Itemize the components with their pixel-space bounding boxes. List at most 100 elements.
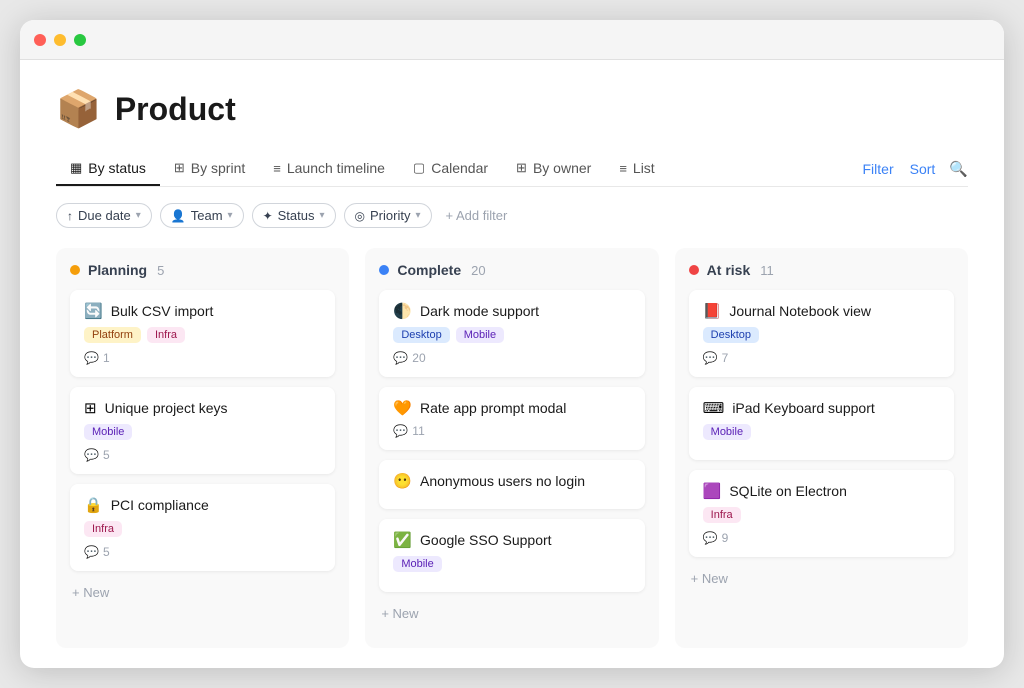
comment-icon-sqlite-electron: 💬	[703, 531, 718, 545]
col-dot-at-risk	[689, 265, 699, 275]
launch-timeline-icon: ≡	[273, 161, 281, 176]
comment-count-dark-mode: 20	[412, 351, 425, 365]
card-tags-pci-compliance: Infra	[84, 521, 321, 537]
card-title-journal-notebook: Journal Notebook view	[729, 303, 871, 319]
card-dark-mode[interactable]: 🌓 Dark mode support DesktopMobile 💬 20	[379, 290, 644, 377]
card-unique-project-keys[interactable]: ⊞ Unique project keys Mobile 💬 5	[70, 387, 335, 474]
status-chevron: ▾	[320, 210, 325, 221]
card-icon-ipad-keyboard: ⌨	[703, 399, 725, 417]
filter-status[interactable]: ✦ Status ▾	[252, 203, 336, 228]
comment-icon-unique-project-keys: 💬	[84, 448, 99, 462]
card-title-row-pci-compliance: 🔒 PCI compliance	[84, 496, 321, 514]
filter-priority[interactable]: ◎ Priority ▾	[344, 203, 432, 228]
comment-icon-pci-compliance: 💬	[84, 545, 99, 559]
team-icon: 👤	[171, 209, 186, 223]
tab-launch-timeline-label: Launch timeline	[287, 160, 385, 176]
card-title-bulk-csv: Bulk CSV import	[111, 303, 214, 319]
card-ipad-keyboard[interactable]: ⌨ iPad Keyboard support Mobile	[689, 387, 954, 460]
column-at-risk: At risk 11 📕 Journal Notebook view Deskt…	[675, 248, 968, 648]
filter-button[interactable]: Filter	[861, 157, 896, 181]
comment-count-pci-compliance: 5	[103, 545, 110, 559]
tab-calendar[interactable]: ▢ Calendar	[399, 152, 502, 186]
status-label: Status	[278, 208, 315, 223]
tab-launch-timeline[interactable]: ≡ Launch timeline	[259, 152, 399, 186]
tabs-row: ▦ By status ⊞ By sprint ≡ Launch timelin…	[56, 152, 968, 187]
comment-count-sqlite-electron: 9	[722, 531, 729, 545]
tab-by-sprint[interactable]: ⊞ By sprint	[160, 152, 259, 186]
add-filter-button[interactable]: + Add filter	[440, 204, 514, 227]
card-icon-journal-notebook: 📕	[703, 302, 722, 320]
tab-by-status-label: By status	[88, 160, 146, 176]
card-tags-journal-notebook: Desktop	[703, 327, 940, 343]
card-title-row-ipad-keyboard: ⌨ iPad Keyboard support	[703, 399, 940, 417]
col-dot-complete	[379, 265, 389, 275]
comment-icon-rate-app-prompt: 💬	[393, 424, 408, 438]
card-title-row-unique-project-keys: ⊞ Unique project keys	[84, 399, 321, 417]
titlebar	[20, 20, 1004, 60]
tab-by-status[interactable]: ▦ By status	[56, 152, 160, 186]
page-title: Product	[115, 91, 236, 128]
card-sqlite-electron[interactable]: 🟪 SQLite on Electron Infra 💬 9	[689, 470, 954, 557]
tag-infra: Infra	[703, 507, 741, 523]
card-title-row-dark-mode: 🌓 Dark mode support	[393, 302, 630, 320]
close-dot[interactable]	[34, 34, 46, 46]
col-count-planning: 5	[157, 263, 164, 278]
card-bulk-csv[interactable]: 🔄 Bulk CSV import PlatformInfra 💬 1	[70, 290, 335, 377]
tab-by-owner-label: By owner	[533, 160, 591, 176]
page-header: 📦 Product	[56, 88, 968, 130]
card-pci-compliance[interactable]: 🔒 PCI compliance Infra 💬 5	[70, 484, 335, 571]
by-owner-icon: ⊞	[516, 160, 527, 176]
card-icon-google-sso: ✅	[393, 531, 412, 549]
card-comments-rate-app-prompt: 💬 11	[393, 424, 630, 438]
tag-mobile: Mobile	[456, 327, 504, 343]
tag-desktop: Desktop	[703, 327, 759, 343]
card-icon-rate-app-prompt: 🧡	[393, 399, 412, 417]
comment-count-rate-app-prompt: 11	[412, 424, 424, 438]
col-title-at-risk: At risk	[707, 262, 751, 278]
card-comments-bulk-csv: 💬 1	[84, 351, 321, 365]
card-icon-sqlite-electron: 🟪	[703, 482, 722, 500]
column-header-planning: Planning 5	[70, 262, 335, 278]
card-comments-unique-project-keys: 💬 5	[84, 448, 321, 462]
sort-button[interactable]: Sort	[908, 157, 938, 181]
tab-by-owner[interactable]: ⊞ By owner	[502, 152, 605, 186]
card-comments-journal-notebook: 💬 7	[703, 351, 940, 365]
calendar-icon: ▢	[413, 160, 425, 176]
tab-list[interactable]: ≡ List	[605, 152, 668, 186]
card-rate-app-prompt[interactable]: 🧡 Rate app prompt modal 💬 11	[379, 387, 644, 450]
card-title-anonymous-users: Anonymous users no login	[420, 473, 585, 489]
card-tags-dark-mode: DesktopMobile	[393, 327, 630, 343]
tab-calendar-label: Calendar	[431, 160, 488, 176]
card-title-pci-compliance: PCI compliance	[111, 497, 209, 513]
status-icon: ✦	[263, 209, 273, 223]
new-button-planning[interactable]: + New	[70, 581, 111, 604]
card-anonymous-users[interactable]: 😶 Anonymous users no login	[379, 460, 644, 509]
search-button[interactable]: 🔍	[949, 160, 968, 178]
tag-mobile: Mobile	[703, 424, 751, 440]
tag-infra: Infra	[147, 327, 185, 343]
col-count-complete: 20	[471, 263, 485, 278]
col-dot-planning	[70, 265, 80, 275]
tab-by-sprint-label: By sprint	[191, 160, 245, 176]
card-title-google-sso: Google SSO Support	[420, 532, 552, 548]
tab-list-label: List	[633, 160, 655, 176]
card-google-sso[interactable]: ✅ Google SSO Support Mobile	[379, 519, 644, 592]
card-title-sqlite-electron: SQLite on Electron	[729, 483, 847, 499]
tabs-actions: Filter Sort 🔍	[861, 157, 969, 181]
card-title-row-rate-app-prompt: 🧡 Rate app prompt modal	[393, 399, 630, 417]
comment-count-bulk-csv: 1	[103, 351, 110, 365]
card-icon-bulk-csv: 🔄	[84, 302, 103, 320]
app-window: 📦 Product ▦ By status ⊞ By sprint ≡ Laun…	[20, 20, 1004, 668]
tag-infra: Infra	[84, 521, 122, 537]
product-icon: 📦	[56, 88, 101, 130]
card-journal-notebook[interactable]: 📕 Journal Notebook view Desktop 💬 7	[689, 290, 954, 377]
card-comments-sqlite-electron: 💬 9	[703, 531, 940, 545]
filter-team[interactable]: 👤 Team ▾	[160, 203, 244, 228]
new-button-complete[interactable]: + New	[379, 602, 420, 625]
new-button-at-risk[interactable]: + New	[689, 567, 730, 590]
card-icon-pci-compliance: 🔒	[84, 496, 103, 514]
maximize-dot[interactable]	[74, 34, 86, 46]
minimize-dot[interactable]	[54, 34, 66, 46]
card-title-rate-app-prompt: Rate app prompt modal	[420, 400, 566, 416]
filter-due-date[interactable]: ↑ Due date ▾	[56, 203, 152, 228]
